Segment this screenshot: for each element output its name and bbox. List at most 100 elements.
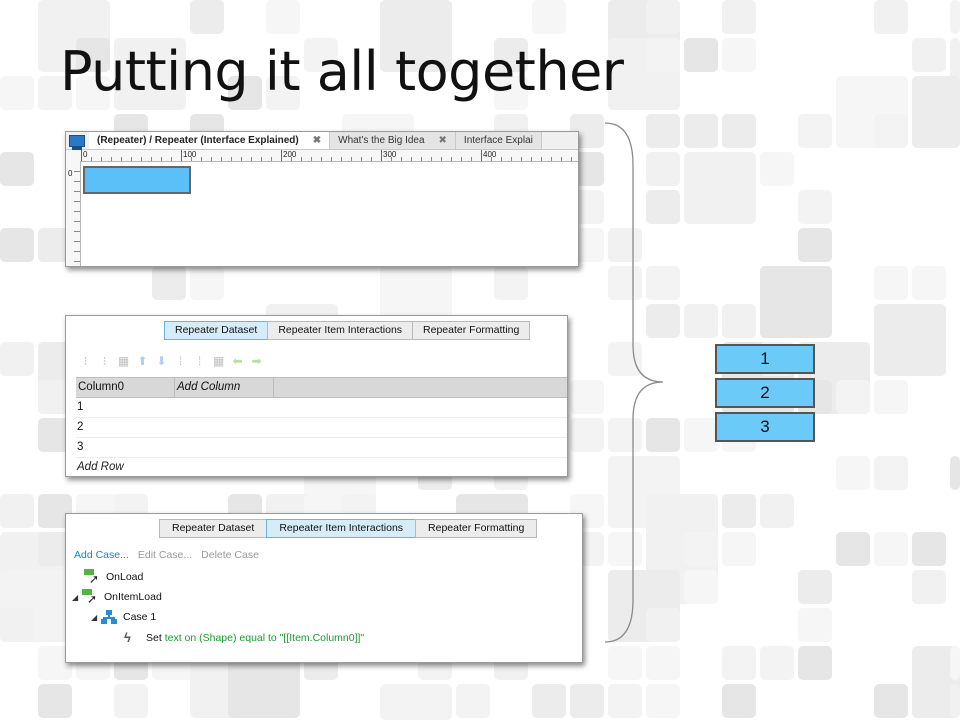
- background-tile: [0, 494, 34, 528]
- ruler-tick: [481, 150, 482, 161]
- insert-row-below-icon[interactable]: ⁝: [97, 354, 112, 368]
- background-tile: [190, 0, 224, 34]
- background-tile: [874, 304, 946, 376]
- slide-title: Putting it all together: [60, 40, 624, 103]
- move-right-icon[interactable]: ➡: [249, 354, 264, 368]
- ruler-tick: [381, 150, 382, 161]
- ruler-tick: [281, 150, 282, 161]
- delete-case-link[interactable]: Delete Case: [201, 549, 259, 561]
- add-case-link[interactable]: Add Case...: [74, 549, 129, 561]
- add-row-cell[interactable]: Add Row: [76, 458, 567, 476]
- background-tile: [646, 0, 680, 34]
- ruler-tick: [91, 157, 92, 161]
- background-tile: [798, 608, 832, 642]
- background-tile: [912, 38, 946, 72]
- repeater-widget[interactable]: [83, 166, 191, 194]
- move-down-icon[interactable]: ⬇: [154, 354, 169, 368]
- event-cursor-icon: ➚: [82, 589, 98, 605]
- table-row[interactable]: 2: [76, 418, 567, 438]
- insert-row-above-icon[interactable]: ⁝: [78, 354, 93, 368]
- case-hierarchy-icon: [101, 610, 117, 624]
- delete-row-icon[interactable]: ▦: [116, 354, 131, 368]
- ruler-label: 0: [68, 169, 73, 178]
- background-tile: [874, 684, 908, 718]
- edit-case-link[interactable]: Edit Case...: [138, 549, 192, 561]
- curly-brace: [604, 122, 664, 643]
- tab-repeater-item-interactions[interactable]: Repeater Item Interactions: [267, 321, 414, 340]
- tab-repeater-dataset[interactable]: Repeater Dataset: [164, 321, 269, 340]
- ruler-tick: [561, 157, 562, 161]
- background-tile: [722, 304, 756, 338]
- background-tile: [874, 266, 908, 300]
- tree-item-onitemload[interactable]: ◢ ➚ OnItemLoad: [72, 589, 162, 605]
- lightning-bolt-icon: ϟ: [124, 630, 131, 645]
- tree-item-case-1[interactable]: ◢ Case 1: [91, 610, 156, 624]
- close-icon[interactable]: ✖: [439, 135, 447, 146]
- background-tile: [874, 0, 908, 34]
- column-header-column0[interactable]: Column0: [76, 378, 175, 397]
- tab-whats-the-big-idea[interactable]: What's the Big Idea ✖: [330, 132, 456, 149]
- background-tile: [874, 456, 908, 490]
- add-column-cell[interactable]: Add Column: [175, 378, 274, 397]
- ruler-tick: [521, 157, 522, 161]
- table-row[interactable]: 3: [76, 438, 567, 458]
- ruler-tick: [371, 157, 372, 161]
- insert-column-right-icon[interactable]: ⁞: [192, 354, 207, 368]
- tab-label: Interface Explai: [463, 135, 533, 146]
- table-row[interactable]: 1: [76, 398, 567, 418]
- move-left-icon[interactable]: ⬅: [230, 354, 245, 368]
- background-tile: [0, 608, 34, 642]
- ruler-tick: [101, 157, 102, 161]
- ruler-tick: [531, 157, 532, 161]
- action-detail: text on (Shape) equal to "[[Item.Column0…: [164, 631, 365, 644]
- tab-repeater-formatting[interactable]: Repeater Formatting: [415, 519, 538, 538]
- ruler-tick: [271, 157, 272, 161]
- ruler-tick: [411, 157, 412, 161]
- ruler-tick: [261, 157, 262, 161]
- background-tile: [912, 266, 946, 300]
- background-tile: [798, 646, 832, 680]
- background-tile: [570, 418, 604, 452]
- ruler-tick: [211, 157, 212, 161]
- background-tile: [836, 532, 870, 566]
- ruler-tick: [321, 157, 322, 161]
- repeater-preview: 1 2 3: [715, 344, 815, 446]
- background-tile: [570, 380, 604, 414]
- tab-repeater-dataset[interactable]: Repeater Dataset: [159, 519, 268, 538]
- list-item: 2: [715, 378, 815, 408]
- expand-triangle-icon[interactable]: ◢: [91, 613, 99, 622]
- background-tile: [0, 76, 34, 110]
- tree-item-action[interactable]: ϟ Set text on (Shape) equal to "[[Item.C…: [124, 630, 364, 645]
- close-icon[interactable]: ✖: [313, 135, 321, 146]
- tab-repeater-formatting[interactable]: Repeater Formatting: [412, 321, 531, 340]
- delete-column-icon[interactable]: ▦: [211, 354, 226, 368]
- background-tile: [912, 76, 960, 148]
- tab-interface-explained[interactable]: Interface Explai: [455, 132, 542, 149]
- background-tile: [570, 684, 604, 718]
- background-tile: [722, 684, 756, 718]
- tab-repeater-item-interactions[interactable]: Repeater Item Interactions: [266, 519, 417, 538]
- background-tile: [532, 0, 566, 34]
- ruler-tick: [541, 157, 542, 161]
- tree-item-onload[interactable]: ➚ OnLoad: [84, 569, 143, 585]
- background-tile: [646, 646, 680, 680]
- background-tile: [760, 494, 794, 528]
- background-tile: [798, 570, 832, 604]
- move-up-icon[interactable]: ⬆: [135, 354, 150, 368]
- background-tile: [684, 152, 756, 224]
- background-tile: [608, 684, 642, 718]
- background-tile: [798, 114, 832, 148]
- list-item: 1: [715, 344, 815, 374]
- background-tile: [684, 114, 718, 148]
- background-tile: [722, 0, 756, 34]
- background-tile: [722, 532, 756, 566]
- ruler-tick: [111, 157, 112, 161]
- ruler-label: 400: [483, 150, 497, 159]
- repeater-interactions-panel: Repeater Dataset Repeater Item Interacti…: [65, 513, 583, 663]
- list-item: 3: [715, 412, 815, 442]
- tab-repeater-interface-explained[interactable]: (Repeater) / Repeater (Interface Explain…: [89, 132, 331, 149]
- expand-triangle-icon[interactable]: ◢: [72, 593, 80, 602]
- insert-column-left-icon[interactable]: ⁞: [173, 354, 188, 368]
- background-tile: [0, 342, 34, 376]
- background-tile: [836, 456, 870, 490]
